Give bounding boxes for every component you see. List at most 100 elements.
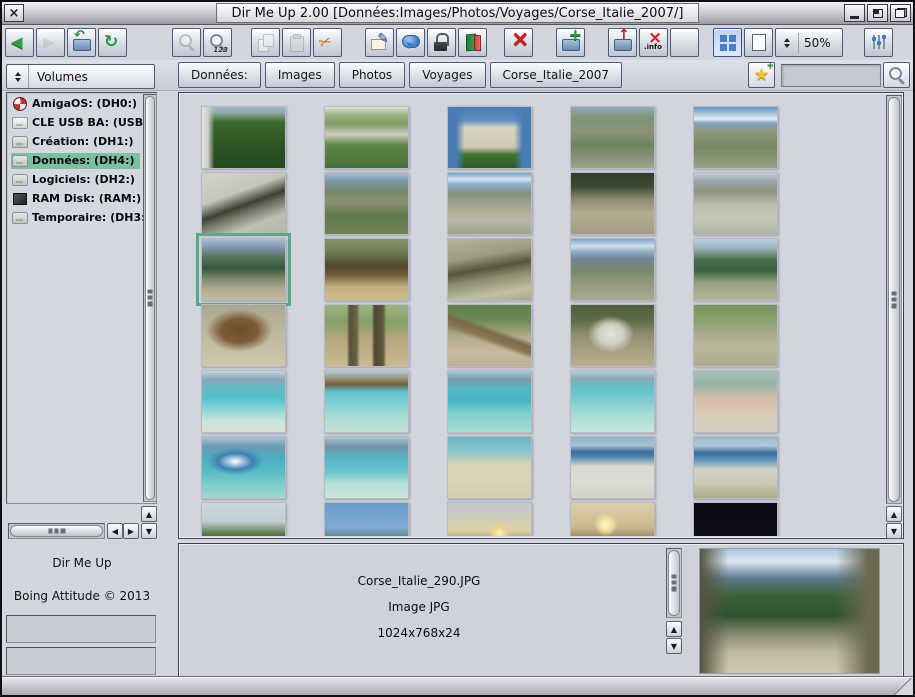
thumbnail-sunset-glow[interactable]: [447, 502, 532, 536]
settings-sliders-button[interactable]: [864, 28, 893, 57]
comment-bubble-button[interactable]: [396, 28, 425, 57]
thumbnail-canyon-clouds[interactable]: [693, 106, 778, 169]
zoom-window-button[interactable]: [867, 4, 888, 22]
thumbnail-long-pier[interactable]: [447, 370, 532, 433]
thumbnail-canyon-walkers[interactable]: [693, 172, 778, 235]
volumes-selector[interactable]: Volumes: [6, 64, 155, 89]
thumbnail-village-terraces[interactable]: [324, 106, 409, 169]
thumbnail-green-valley[interactable]: [570, 106, 655, 169]
thumbnail-valley-vista[interactable]: [201, 238, 286, 301]
thumbnail-gorge-shrubs[interactable]: [324, 172, 409, 235]
thumbnail-scrub-horizon[interactable]: [201, 502, 286, 536]
thumbnail-bay-boats[interactable]: [324, 436, 409, 499]
thumbnail-crowded-umbrellas[interactable]: [447, 436, 532, 499]
thumbnail-white-goat[interactable]: [570, 304, 655, 367]
delete-info-button[interactable]: [639, 28, 668, 57]
thumbnail-scree-pines[interactable]: [693, 304, 778, 367]
grid-view-button[interactable]: [713, 28, 742, 57]
volume-item[interactable]: AmigaOS: (DH0:): [7, 95, 156, 112]
protect-lock-button[interactable]: [427, 28, 456, 57]
leave-out-drawer-button[interactable]: [608, 28, 637, 57]
grid-scroll-up-button[interactable]: ▲: [886, 506, 902, 522]
paste-button[interactable]: [282, 28, 311, 57]
volume-item[interactable]: Création: (DH1:): [7, 133, 156, 150]
thumbnail-dark-pines-scree[interactable]: [570, 172, 655, 235]
new-drawer-button[interactable]: [556, 28, 585, 57]
thumbnail-swimmers-bay[interactable]: [570, 370, 655, 433]
breadcrumb-button[interactable]: Corse_Italie_2007: [490, 62, 622, 88]
breadcrumb-button[interactable]: Données:: [178, 62, 261, 88]
thumbnail-twin-trunks[interactable]: [324, 304, 409, 367]
thumbnail-garden-house[interactable]: [201, 106, 286, 169]
thumbnail-beach-waders[interactable]: [324, 370, 409, 433]
blank-button[interactable]: [670, 28, 699, 57]
thumbnail-rocky-slope[interactable]: [447, 238, 532, 301]
info-scroll-down-button[interactable]: ▼: [666, 638, 682, 654]
thumbnail-forest-boar[interactable]: [324, 238, 409, 301]
volumes-list: AmigaOS: (DH0:) CLE USB BA: (USB: Création…: [6, 92, 157, 504]
volumes-scrollbar[interactable]: [143, 94, 157, 502]
search-button[interactable]: [883, 62, 910, 88]
thumbnail-fallen-log[interactable]: [447, 304, 532, 367]
preview-magnifier-button[interactable]: [172, 28, 201, 57]
parent-drawer-button[interactable]: [67, 28, 96, 57]
volume-item[interactable]: Données: (DH4:): [7, 152, 156, 169]
minimize-button[interactable]: [844, 4, 865, 22]
thumbnail-dune-grass[interactable]: [693, 436, 778, 499]
info-scrollbar-thumb[interactable]: [668, 550, 680, 616]
thumbnail-gorge-hikers[interactable]: [447, 172, 532, 235]
grid-scroll-down-button[interactable]: ▼: [886, 523, 902, 539]
new-drawer-icon: [561, 33, 580, 52]
breadcrumb-button[interactable]: Voyages: [409, 62, 485, 88]
open-book-button[interactable]: [458, 28, 487, 57]
favorite-button[interactable]: ★: [748, 62, 775, 88]
breadcrumb-button[interactable]: Photos: [339, 62, 405, 88]
cut-button[interactable]: [313, 28, 342, 57]
thumbnail-rock-stream[interactable]: [201, 172, 286, 235]
volume-item[interactable]: CLE USB BA: (USB:: [7, 114, 156, 131]
volume-item[interactable]: Logiciels: (DH2:): [7, 171, 156, 188]
thumbnail-mountain-panorama[interactable]: [570, 238, 655, 301]
thumbnail-lagoon-ladder[interactable]: [201, 370, 286, 433]
title-bar[interactable]: × Dir Me Up 2.00 [Données:Images/Photos/…: [2, 2, 913, 25]
thumbnail-pink-sand[interactable]: [693, 370, 778, 433]
spinner-arrows-icon[interactable]: [781, 35, 793, 51]
thumbnail-donkey-rocks[interactable]: [201, 304, 286, 367]
thumbnail-lone-pine[interactable]: [693, 238, 778, 301]
thumbnail-sunset-railing[interactable]: [570, 502, 655, 536]
thumbnail-boat-at-pier[interactable]: [201, 436, 286, 499]
volume-item[interactable]: Temporaire: (DH3:): [7, 209, 156, 226]
volumes-scrollbar-thumb[interactable]: [145, 96, 155, 500]
grid-scrollbar-track[interactable]: [886, 95, 902, 504]
delete-cross-button[interactable]: [504, 28, 533, 57]
info-scrollbar[interactable]: [666, 548, 682, 618]
volumes-scroll-right-button[interactable]: ▶: [123, 523, 139, 539]
grid-scrollbar-thumb[interactable]: [888, 97, 900, 502]
thumbnail-tree-blue-sky[interactable]: [324, 502, 409, 536]
reload-button[interactable]: [98, 28, 127, 57]
search-input[interactable]: [781, 64, 881, 87]
volumes-hscrollbar-thumb[interactable]: [10, 525, 103, 537]
back-arrow-icon: [10, 33, 29, 52]
volumes-scroll-left-button[interactable]: ◀: [107, 523, 123, 539]
back-arrow-button[interactable]: [5, 28, 34, 57]
count-magnifier-button[interactable]: 123: [203, 28, 232, 57]
thumbnail-night-lights[interactable]: [693, 502, 778, 536]
depth-button[interactable]: [890, 4, 911, 22]
forward-arrow-button[interactable]: [36, 28, 65, 57]
info-scroll-up-button[interactable]: ▲: [666, 621, 682, 637]
thumbnail-dune-shore[interactable]: [570, 436, 655, 499]
size-spinner-button[interactable]: 50%: [775, 28, 843, 57]
breadcrumb-button[interactable]: Images: [265, 62, 335, 88]
volumes-scroll-up-button[interactable]: ▲: [141, 506, 157, 522]
close-button[interactable]: ×: [4, 4, 24, 22]
list-view-button[interactable]: [744, 28, 773, 57]
volumes-scroll-down-button[interactable]: ▼: [141, 523, 157, 539]
copy-button[interactable]: [251, 28, 280, 57]
ram-disk-icon: [12, 192, 29, 205]
volume-item[interactable]: RAM Disk: (RAM:): [7, 190, 156, 207]
resize-grip[interactable]: [893, 678, 913, 695]
volumes-hscrollbar[interactable]: [8, 523, 105, 539]
thumbnail-marble-cathedral[interactable]: [447, 106, 532, 169]
rename-pencil-button[interactable]: [365, 28, 394, 57]
